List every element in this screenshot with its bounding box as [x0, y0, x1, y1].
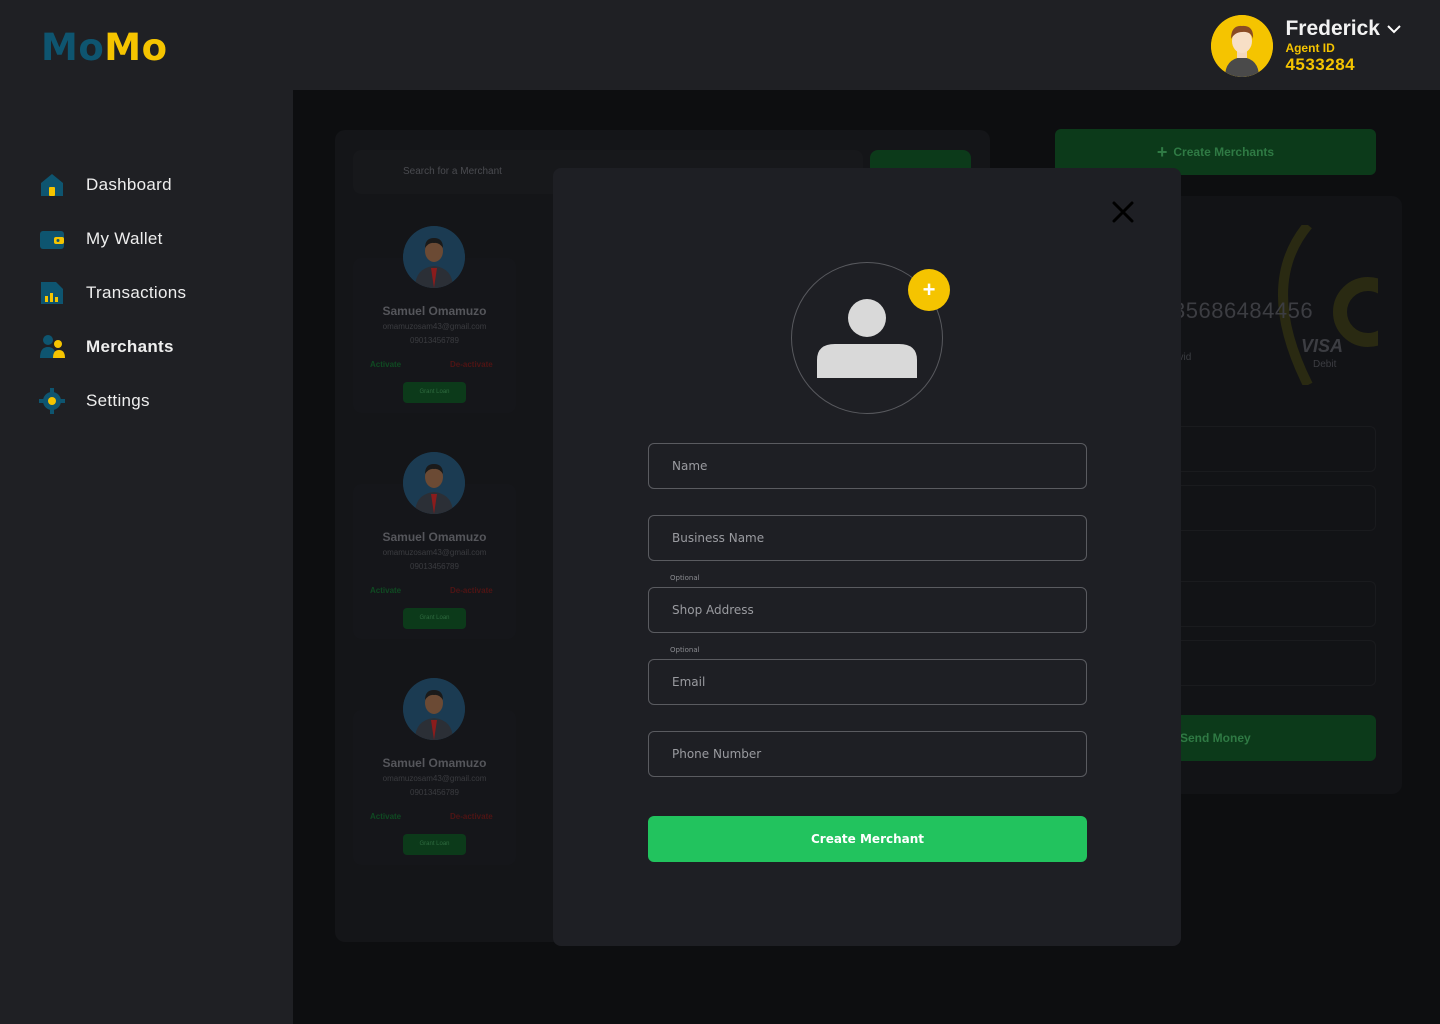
deactivate-link[interactable]: De-activate: [450, 360, 493, 369]
sidebar-item-settings[interactable]: Settings: [38, 387, 150, 415]
visa-logo: VISA: [1301, 336, 1344, 356]
sidebar-item-merchants[interactable]: Merchants: [38, 333, 174, 361]
grant-loan-button[interactable]: Grant Loan: [403, 608, 466, 629]
email-input[interactable]: [648, 659, 1087, 705]
activate-link[interactable]: Activate: [370, 812, 401, 821]
merchant-phone: 09013456789: [410, 788, 459, 797]
top-bar: MoMo Frederick Agent ID 4533284: [0, 0, 1440, 90]
logo-text-mo-blue: Mo: [41, 26, 105, 69]
business-name-input[interactable]: [648, 515, 1087, 561]
grant-loan-button[interactable]: Grant Loan: [403, 834, 466, 855]
users-icon: [38, 333, 66, 361]
search-placeholder: Search for a Merchant: [403, 166, 502, 177]
wallet-icon: [38, 225, 66, 253]
gear-icon: [38, 387, 66, 415]
send-money-button[interactable]: Send Money: [1155, 715, 1376, 761]
profile-info: Frederick Agent ID 4533284: [1285, 17, 1402, 75]
plus-icon: +: [1156, 141, 1168, 162]
activate-link[interactable]: Activate: [370, 360, 401, 369]
deactivate-link[interactable]: De-activate: [450, 812, 493, 821]
grant-loan-button[interactable]: Grant Loan: [403, 382, 466, 403]
user-name: Frederick: [1285, 17, 1380, 40]
merchant-phone: 09013456789: [410, 336, 459, 345]
optional-label: Optional: [670, 646, 700, 654]
sidebar-item-my-wallet[interactable]: My Wallet: [38, 225, 163, 253]
sidebar-item-label: Merchants: [86, 337, 174, 356]
sidebar-item-label: Dashboard: [86, 175, 172, 194]
close-icon[interactable]: [1111, 200, 1135, 224]
sidebar-item-transactions[interactable]: Transactions: [38, 279, 186, 307]
create-merchant-modal: + Optional Optional Create Merchant: [553, 168, 1181, 946]
merchant-avatar: [403, 678, 465, 740]
input-field[interactable]: [1155, 640, 1376, 686]
phone-number-input[interactable]: [648, 731, 1087, 777]
merchant-phone: 09013456789: [410, 562, 459, 571]
card-type: Debit: [1313, 359, 1337, 370]
activate-link[interactable]: Activate: [370, 586, 401, 595]
sidebar: Dashboard My Wallet Transactions Merchan…: [0, 90, 293, 1024]
logo-text-mo-yellow: Mo: [104, 26, 168, 69]
chart-icon: [38, 279, 66, 307]
name-input[interactable]: [648, 443, 1087, 489]
merchant-email: omamuzosam43@gmail.com: [382, 774, 487, 783]
user-placeholder-icon: [817, 299, 917, 378]
photo-upload[interactable]: +: [791, 262, 950, 414]
input-field[interactable]: [1155, 581, 1376, 627]
sidebar-item-label: My Wallet: [86, 229, 163, 248]
merchant-card: Samuel Omamuzo omamuzosam43@gmail.com 09…: [353, 452, 516, 639]
user-profile[interactable]: Frederick Agent ID 4533284: [1211, 14, 1402, 78]
sidebar-item-dashboard[interactable]: Dashboard: [38, 171, 172, 199]
sidebar-item-label: Transactions: [86, 283, 187, 302]
merchant-email: omamuzosam43@gmail.com: [382, 322, 487, 331]
merchant-email: omamuzosam43@gmail.com: [382, 548, 487, 557]
merchant-card: Samuel Omamuzo omamuzosam43@gmail.com 09…: [353, 678, 516, 865]
merchant-avatar: [403, 226, 465, 288]
shop-address-input[interactable]: [648, 587, 1087, 633]
avatar: [1211, 15, 1274, 77]
agent-id-label: Agent ID: [1285, 41, 1335, 55]
app-logo[interactable]: MoMo: [41, 26, 168, 69]
chevron-down-icon[interactable]: [1386, 21, 1402, 37]
optional-label: Optional: [670, 574, 700, 582]
card-number: 35686484456: [1173, 298, 1314, 323]
merchant-name: Samuel Omamuzo: [382, 530, 487, 544]
merchant-name: Samuel Omamuzo: [382, 756, 487, 770]
sidebar-item-label: Settings: [86, 391, 150, 410]
add-photo-button[interactable]: +: [908, 269, 950, 311]
input-field[interactable]: [1155, 485, 1376, 531]
agent-id-value: 4533284: [1285, 55, 1356, 74]
merchant-card: Samuel Omamuzo omamuzosam43@gmail.com 09…: [353, 226, 516, 413]
select-field[interactable]: [1155, 426, 1376, 472]
merchant-avatar: [403, 452, 465, 514]
merchant-name: Samuel Omamuzo: [382, 304, 487, 318]
deactivate-link[interactable]: De-activate: [450, 586, 493, 595]
create-merchant-button[interactable]: Create Merchant: [648, 816, 1087, 862]
create-merchants-label: Create Merchants: [1173, 145, 1275, 159]
home-icon: [38, 171, 66, 199]
